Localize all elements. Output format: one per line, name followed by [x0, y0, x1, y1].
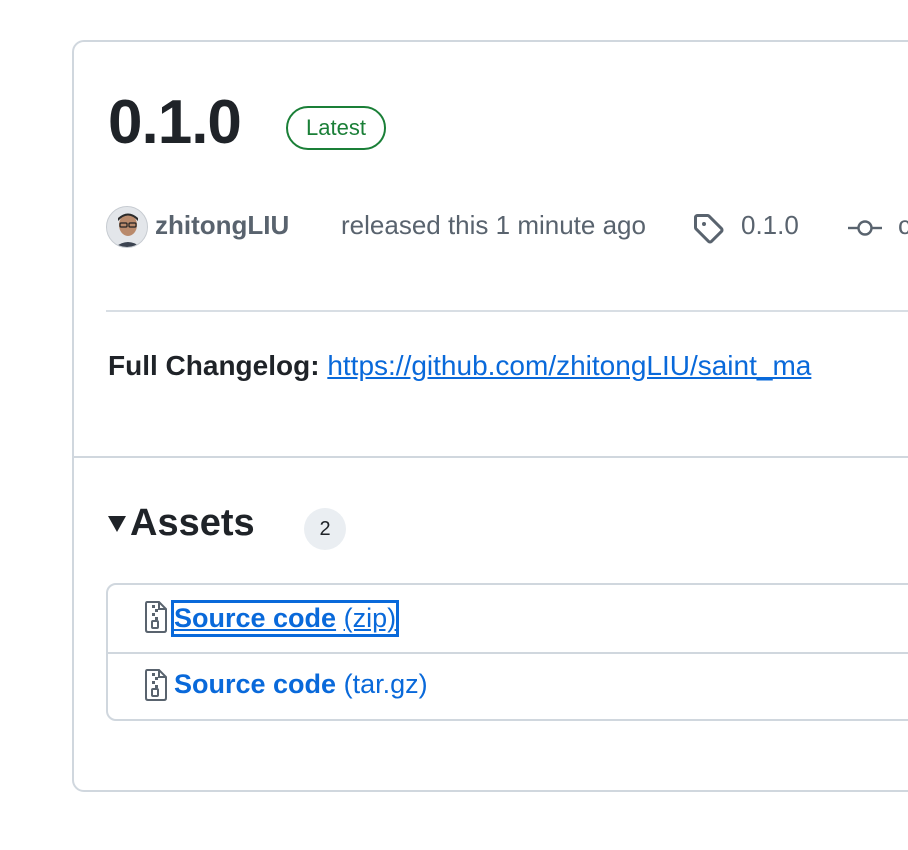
changelog-label: Full Changelog: — [108, 350, 320, 381]
file-zip-icon — [144, 669, 168, 706]
asset-link-tar-gz[interactable]: Source code (tar.gz) — [174, 669, 428, 700]
git-commit-icon — [848, 216, 882, 245]
release-meta: zhitongLIU released this 1 minute ago 0.… — [106, 204, 908, 248]
release-version-title[interactable]: 0.1.0 — [108, 88, 242, 158]
assets-title: Assets — [130, 502, 255, 544]
list-item: Source code (tar.gz) — [108, 653, 908, 720]
released-time-text: released this 1 minute ago — [341, 210, 646, 240]
avatar[interactable] — [106, 206, 148, 248]
asset-ext: (tar.gz) — [343, 669, 428, 699]
asset-link-zip[interactable]: Source code (zip) — [170, 600, 400, 637]
full-changelog: Full Changelog: https://github.com/zhito… — [108, 350, 811, 382]
divider — [106, 310, 908, 312]
assets-toggle[interactable]: Assets 2 — [108, 502, 408, 550]
list-item: Source code (zip) — [108, 585, 908, 654]
tag-link[interactable]: 0.1.0 — [741, 210, 799, 241]
tag-icon — [692, 212, 724, 249]
assets-count-badge: 2 — [304, 508, 346, 550]
author-link[interactable]: zhitongLIU — [155, 210, 289, 241]
divider — [74, 456, 908, 458]
asset-name: Source code — [174, 603, 337, 633]
asset-list: Source code (zip) Source code (tar.gz) — [106, 583, 908, 721]
triangle-down-icon — [108, 516, 126, 532]
release-card: 0.1.0 Latest zhitongLIU released this 1 … — [72, 40, 908, 792]
asset-ext: (zip) — [343, 603, 397, 633]
commit-link[interactable]: c — [898, 210, 908, 241]
file-zip-icon — [144, 601, 168, 638]
latest-badge: Latest — [286, 106, 386, 150]
changelog-link[interactable]: https://github.com/zhitongLIU/saint_ma — [327, 350, 811, 381]
asset-name: Source code — [174, 669, 337, 699]
